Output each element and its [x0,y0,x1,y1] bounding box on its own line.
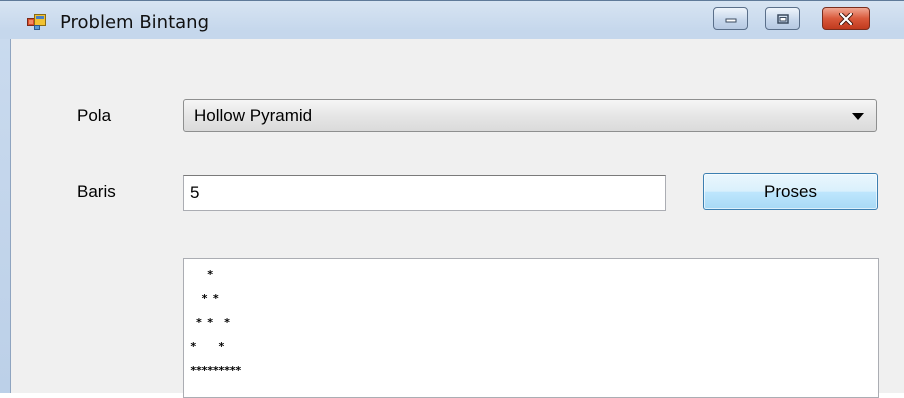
baris-input[interactable] [183,175,666,211]
window-title: Problem Bintang [60,12,209,33]
minimize-icon [725,18,736,22]
chevron-down-icon[interactable] [852,113,864,120]
window-frame-left [0,39,10,393]
title-bar[interactable]: Problem Bintang [0,1,904,39]
output-textbox[interactable]: * * * * * * * * ********* [183,258,879,398]
baris-label: Baris [77,182,116,201]
close-button[interactable] [822,7,870,30]
app-window-icon [27,14,46,30]
minimize-button[interactable] [713,7,748,30]
close-icon [839,12,853,25]
form-client-area: Pola Hollow Pyramid Baris Proses * * * *… [10,39,904,398]
maximize-button[interactable] [765,7,800,30]
app-window: Problem Bintang Pola Hollow Pyramid Bari… [0,0,904,398]
pola-selected-value: Hollow Pyramid [194,106,313,125]
output-text: * * * * * * * * ********* [190,268,242,377]
proses-button[interactable]: Proses [703,173,878,210]
pola-label: Pola [77,106,112,125]
maximize-icon [776,13,789,24]
pola-dropdown[interactable]: Hollow Pyramid [183,99,877,132]
